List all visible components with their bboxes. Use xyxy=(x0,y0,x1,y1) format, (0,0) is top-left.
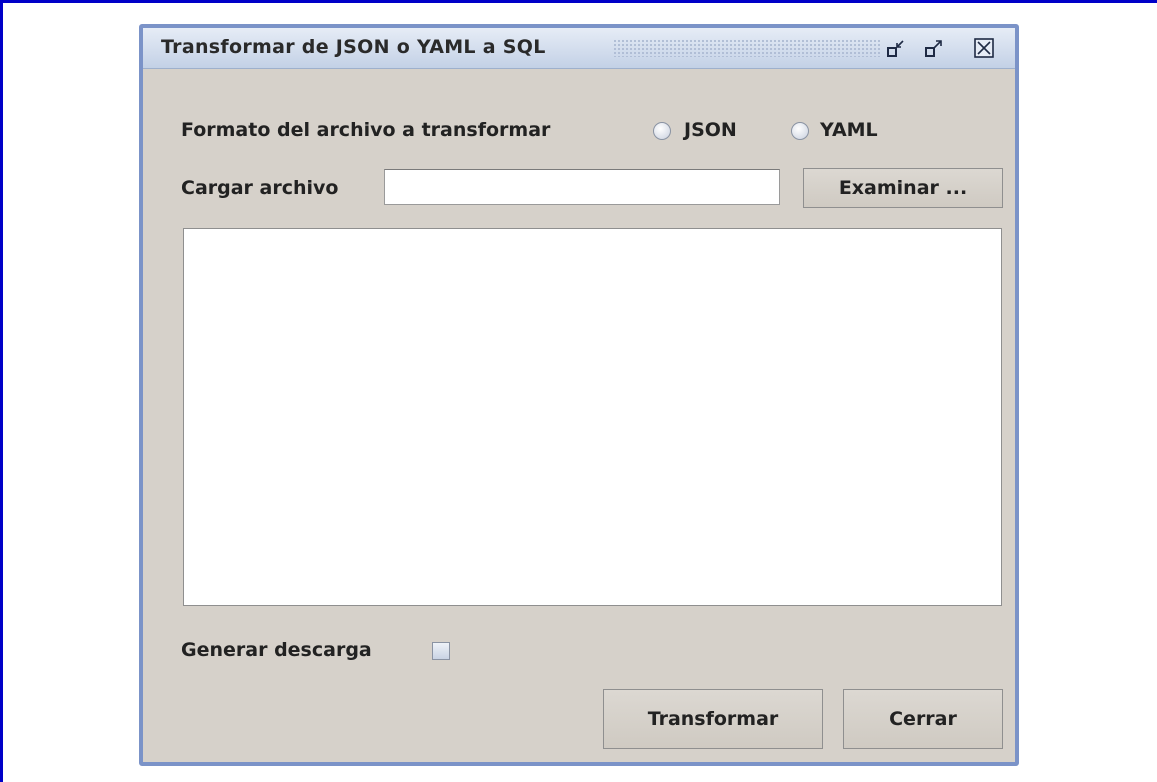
dialog-body: Formato del archivo a transformar JSON Y… xyxy=(143,69,1015,762)
load-file-label: Cargar archivo xyxy=(181,177,339,199)
dialog-window: Transformar de JSON o YAML a SQL Formato… xyxy=(139,24,1019,766)
radio-yaml-label[interactable]: YAML xyxy=(820,119,878,141)
output-textarea[interactable] xyxy=(183,228,1002,606)
download-label: Generar descarga xyxy=(181,639,372,661)
transform-button[interactable]: Transformar xyxy=(603,689,823,749)
format-label: Formato del archivo a transformar xyxy=(181,119,551,141)
title-bar-grip xyxy=(613,39,881,57)
window-title: Transformar de JSON o YAML a SQL xyxy=(161,36,546,58)
close-button[interactable]: Cerrar xyxy=(843,689,1003,749)
radio-json[interactable] xyxy=(653,122,671,140)
canvas: Transformar de JSON o YAML a SQL Formato… xyxy=(0,0,1157,782)
frame-left-border xyxy=(0,0,3,782)
title-bar[interactable]: Transformar de JSON o YAML a SQL xyxy=(143,28,1015,69)
close-icon[interactable] xyxy=(973,37,995,59)
maximize-icon[interactable] xyxy=(923,37,945,59)
file-path-input[interactable] xyxy=(384,169,780,205)
frame-top-border xyxy=(0,0,1157,3)
download-checkbox[interactable] xyxy=(432,642,450,660)
browse-button[interactable]: Examinar ... xyxy=(803,168,1003,208)
radio-yaml[interactable] xyxy=(791,122,809,140)
restore-icon[interactable] xyxy=(885,37,907,59)
radio-json-label[interactable]: JSON xyxy=(684,119,737,141)
